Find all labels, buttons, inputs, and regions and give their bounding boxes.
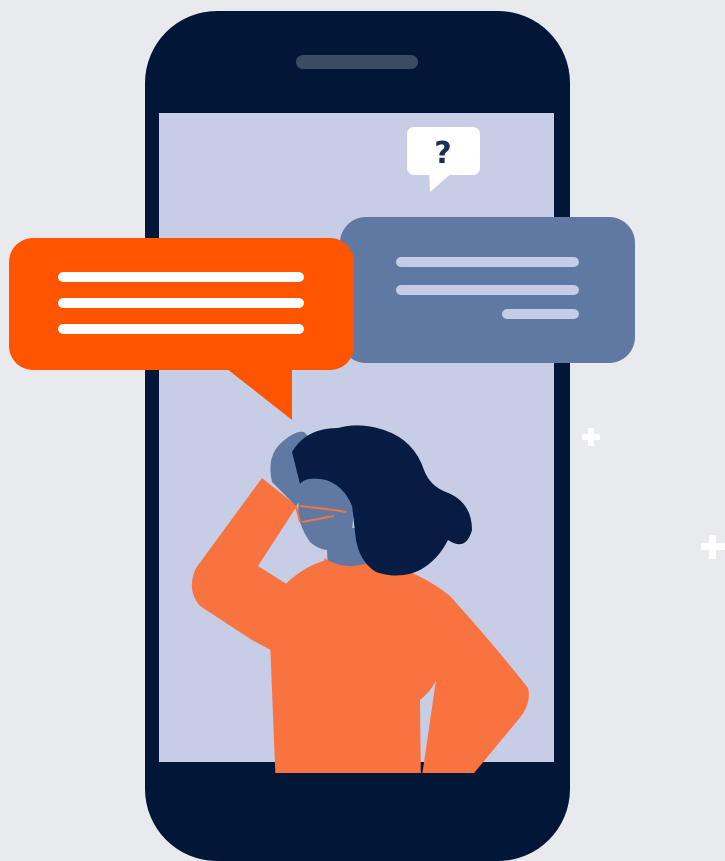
message-line (58, 324, 304, 334)
phone-speaker (296, 55, 418, 69)
slate-speech-bubble (340, 217, 635, 363)
illustration-stage: ? (0, 0, 725, 861)
question-mark-icon: ? (434, 136, 451, 171)
message-line (58, 272, 304, 282)
message-line (396, 257, 579, 267)
message-line (396, 285, 579, 295)
message-line (58, 298, 304, 308)
plus-sparkle-icon (701, 535, 725, 559)
plus-sparkle-icon (582, 428, 600, 446)
confused-phone-user-illustration: ? (9, 11, 725, 861)
message-line (502, 309, 579, 319)
